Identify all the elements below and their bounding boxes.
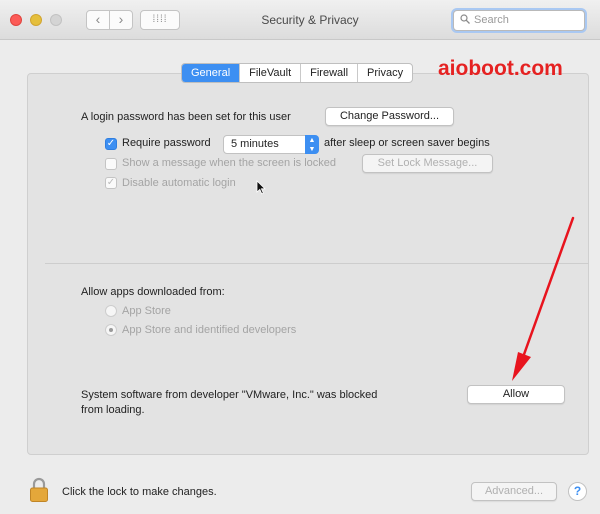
disable-auto-login-checkbox[interactable]: ✓ [105, 177, 117, 189]
radio-app-store-identified-label: App Store and identified developers [122, 324, 297, 336]
show-message-checkbox[interactable] [105, 158, 117, 170]
require-password-delay-value: 5 minutes [231, 138, 279, 150]
forward-button[interactable]: › [109, 10, 133, 30]
require-password-delay-select[interactable]: 5 minutes ▲ ▼ [223, 135, 319, 154]
section-divider [45, 263, 589, 264]
checkmark-icon: ✓ [106, 177, 116, 188]
chevron-updown-icon: ▲ ▼ [305, 135, 319, 154]
lock-icon[interactable] [29, 477, 49, 503]
mouse-cursor-icon [256, 180, 266, 195]
lock-message: Click the lock to make changes. [62, 486, 217, 498]
tab-privacy[interactable]: Privacy [358, 64, 412, 82]
zoom-window-button[interactable] [50, 14, 62, 26]
change-password-button[interactable]: Change Password... [325, 107, 454, 126]
minimize-window-button[interactable] [30, 14, 42, 26]
security-privacy-window: ‹ › ⁞⁞⁞⁞ Security & Privacy Search Gener… [0, 0, 600, 514]
checkmark-icon: ✓ [106, 138, 116, 149]
allow-apps-heading: Allow apps downloaded from: [81, 286, 225, 298]
tab-bar: General FileVault Firewall Privacy [181, 63, 414, 83]
radio-app-store-label: App Store [122, 305, 171, 317]
grid-icon: ⁞⁞⁞⁞ [152, 14, 168, 25]
show-message-label: Show a message when the screen is locked [122, 157, 337, 169]
advanced-button[interactable]: Advanced... [471, 482, 557, 501]
tab-filevault[interactable]: FileVault [240, 64, 302, 82]
set-lock-message-button[interactable]: Set Lock Message... [362, 154, 493, 173]
radio-app-store-identified[interactable] [105, 324, 117, 336]
chevron-left-icon: ‹ [95, 11, 101, 27]
allow-button[interactable]: Allow [467, 385, 565, 404]
search-icon [460, 14, 470, 24]
tab-general[interactable]: General [182, 64, 241, 82]
help-button[interactable]: ? [568, 482, 587, 501]
require-password-checkbox[interactable]: ✓ [105, 138, 117, 150]
close-window-button[interactable] [10, 14, 22, 26]
watermark: aioboot.com [438, 57, 563, 80]
disable-auto-login-label: Disable automatic login [122, 177, 236, 189]
back-button[interactable]: ‹ [86, 10, 110, 30]
chevron-right-icon: › [118, 11, 124, 27]
search-input[interactable]: Search [453, 10, 585, 31]
blocked-software-message-2: from loading. [81, 404, 145, 416]
after-sleep-label: after sleep or screen saver begins [324, 137, 490, 149]
show-all-button[interactable]: ⁞⁞⁞⁞ [140, 10, 180, 30]
window-title: Security & Privacy [261, 13, 359, 27]
require-password-label: Require password [122, 137, 211, 149]
title-bar: ‹ › ⁞⁞⁞⁞ Security & Privacy Search [0, 0, 600, 40]
login-password-status: A login password has been set for this u… [81, 111, 291, 123]
tab-firewall[interactable]: Firewall [301, 64, 359, 82]
radio-app-store[interactable] [105, 305, 117, 317]
search-placeholder: Search [474, 14, 509, 26]
blocked-software-message: System software from developer "VMware, … [81, 389, 378, 401]
